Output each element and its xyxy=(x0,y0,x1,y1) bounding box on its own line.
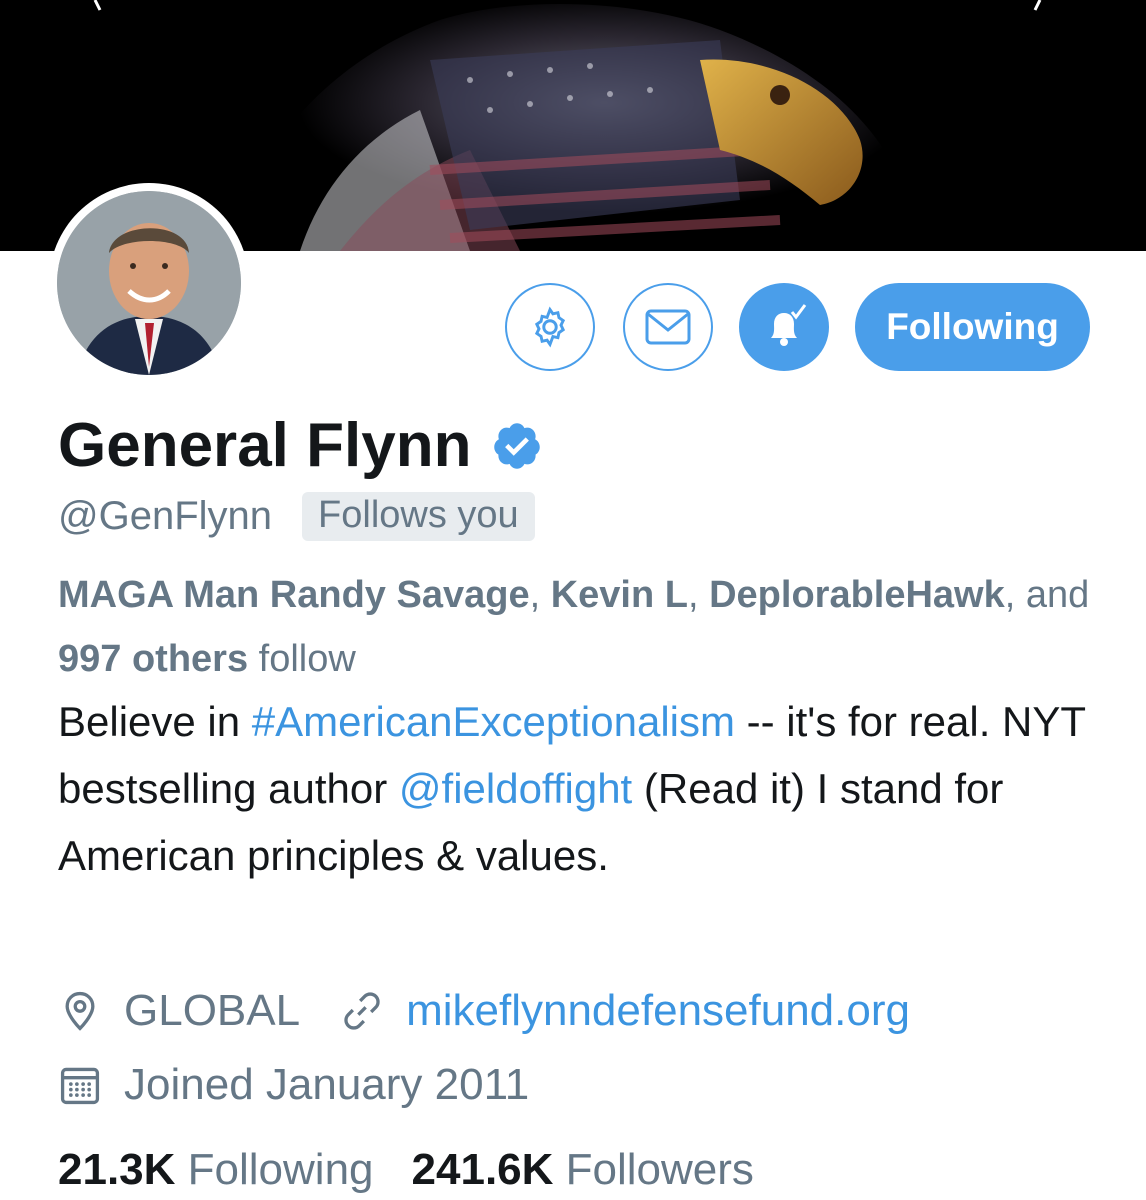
follower-name[interactable]: MAGA Man Randy Savage xyxy=(58,574,530,616)
separator-text: , and xyxy=(1004,574,1090,616)
gear-icon xyxy=(534,306,566,348)
display-name-text: General Flynn xyxy=(58,411,472,480)
bell-check-icon xyxy=(771,304,807,346)
profile-stats: 21.3K Following 241.6K Followers xyxy=(58,1145,754,1195)
follow-suffix-text: follow xyxy=(248,638,356,680)
joined-row: Joined January 2011 xyxy=(58,1060,529,1110)
avatar-photo xyxy=(57,191,241,375)
joined-date: Joined January 2011 xyxy=(124,1060,530,1109)
separator-text: , xyxy=(687,574,699,616)
following-stat[interactable]: 21.3K Following xyxy=(58,1145,374,1195)
calendar-icon xyxy=(60,1067,100,1105)
following-count: 21.3K xyxy=(58,1145,176,1194)
follows-you-badge: Follows you xyxy=(302,492,535,541)
message-button[interactable] xyxy=(623,283,713,371)
notifications-button[interactable] xyxy=(739,283,829,371)
others-count[interactable]: 997 others xyxy=(58,638,248,680)
handle-row: @GenFlynn Follows you xyxy=(58,492,535,541)
profile-website-link[interactable]: mikeflynndefensefund.org xyxy=(406,986,910,1036)
follower-name[interactable]: Kevin L xyxy=(551,574,688,616)
separator-text: , xyxy=(529,574,551,616)
location-pin-icon xyxy=(65,991,95,1031)
link-icon xyxy=(344,992,380,1030)
envelope-icon xyxy=(645,309,691,345)
bio-mention-link[interactable]: @fieldoffight xyxy=(399,765,632,812)
profile-avatar[interactable] xyxy=(49,183,249,383)
followers-stat[interactable]: 241.6K Followers xyxy=(412,1145,754,1195)
followers-you-know[interactable]: MAGA Man Randy Savage, Kevin L, Deplorab… xyxy=(58,563,1118,691)
profile-handle: @GenFlynn xyxy=(58,494,273,538)
bio-hashtag-link[interactable]: #AmericanExceptionalism xyxy=(252,698,735,745)
profile-display-name: General Flynn xyxy=(58,410,543,481)
bio-text: Believe in xyxy=(58,698,252,745)
followers-count: 241.6K xyxy=(411,1145,554,1194)
settings-button[interactable] xyxy=(505,283,595,371)
following-label: Following xyxy=(187,1145,374,1194)
profile-location: GLOBAL xyxy=(124,986,301,1035)
verified-badge-icon xyxy=(494,422,541,469)
followers-label: Followers xyxy=(565,1145,754,1194)
location-website-row: GLOBAL mikeflynndefensefund.org xyxy=(58,986,910,1036)
follower-name[interactable]: DeplorableHawk xyxy=(709,574,1005,616)
profile-bio: Believe in #AmericanExceptionalism -- it… xyxy=(58,688,1128,889)
following-button[interactable]: Following xyxy=(855,283,1090,371)
